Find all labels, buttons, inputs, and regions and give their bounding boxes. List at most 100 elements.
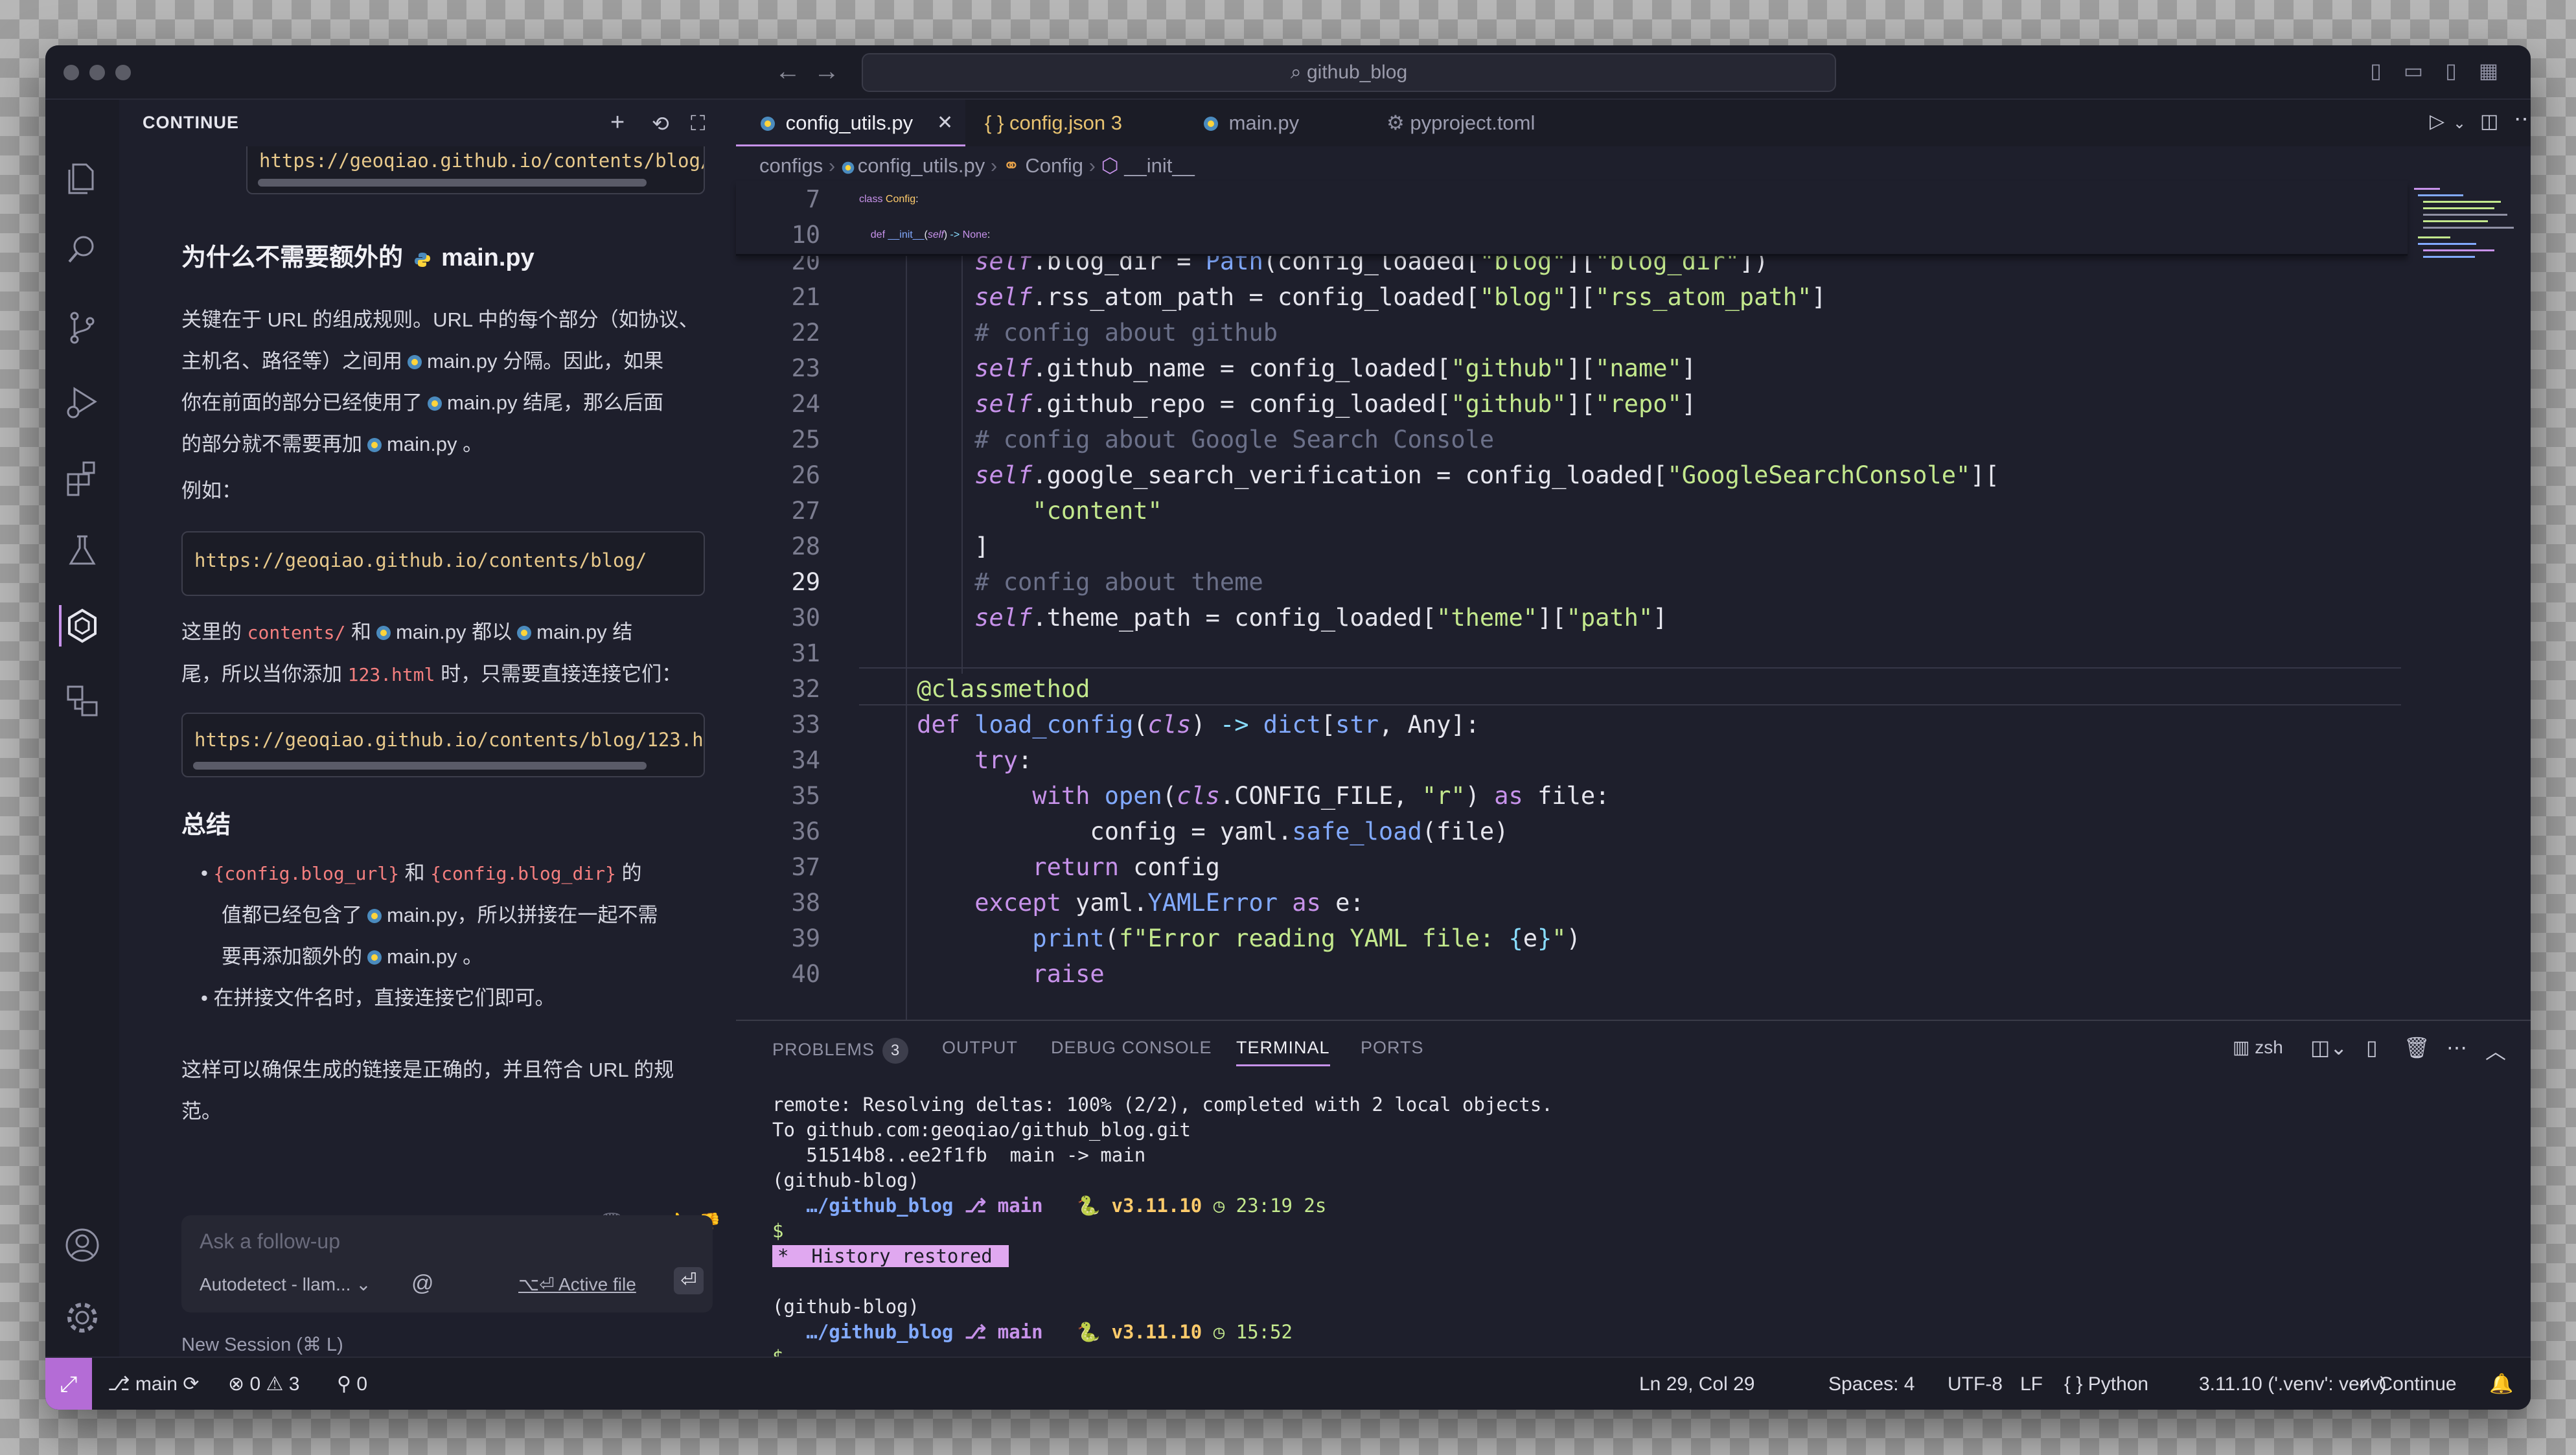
chat-heading: 为什么不需要额外的 main.py (181, 244, 535, 271)
active-file-button[interactable]: ⌥⏎ Active file (518, 1274, 636, 1295)
summary-heading: 总结 (181, 812, 231, 839)
at-mention-button[interactable]: @ (411, 1271, 434, 1296)
toggle-layout-icon[interactable]: ▯ (2366, 1035, 2378, 1060)
new-chat-icon[interactable]: + (610, 109, 625, 137)
code-scrollbar-2[interactable] (193, 762, 647, 770)
extensions-icon[interactable] (62, 456, 103, 498)
code-editor[interactable]: 20 self.blog_dir = Path(config_loaded["b… (736, 181, 2408, 1030)
titlebar: ← → ⌕ github_blog ▯ ▭ ▯ ▦ (45, 45, 2531, 100)
error-icon: ⊗ (228, 1373, 245, 1395)
chevron-down-icon: ⌄ (356, 1274, 371, 1294)
account-icon[interactable] (62, 1224, 103, 1266)
remote-explorer-icon[interactable] (62, 680, 103, 722)
notifications-icon[interactable]: 🔔 (2489, 1358, 2513, 1410)
search-icon[interactable] (62, 229, 103, 271)
encoding[interactable]: UTF-8 (1948, 1358, 2003, 1410)
activity-bar (45, 100, 119, 1357)
customize-layout-icon[interactable]: ▦ (2478, 60, 2500, 82)
toggle-panel-icon[interactable]: ▭ (2402, 60, 2424, 82)
example-label: 例如： (181, 479, 242, 502)
list-item: • 在拼接文件名时，直接连接它们即可。 (201, 987, 555, 1009)
maximize-panel-icon[interactable]: ︿ (2485, 1035, 2506, 1065)
python-file-icon (367, 438, 382, 452)
command-center[interactable]: ⌕ github_blog (862, 53, 1836, 92)
python-file-icon (367, 909, 382, 923)
indentation[interactable]: Spaces: 4 (1828, 1358, 1915, 1410)
editor-group: config_utils.py ✕ { } config.json 3 main… (736, 100, 2531, 1030)
source-control-icon[interactable] (62, 307, 103, 349)
language-mode[interactable]: { } Python (2064, 1358, 2148, 1410)
ports-indicator[interactable]: ⚲ 0 (337, 1358, 367, 1410)
code-block-example-1[interactable]: https://geoqiao.github.io/contents/blog/ (181, 531, 705, 596)
forward-arrow-icon[interactable]: → (814, 57, 840, 86)
back-arrow-icon[interactable]: ← (775, 57, 801, 86)
split-editor-icon[interactable]: ◫ (2480, 110, 2498, 133)
fullscreen-icon[interactable]: ⛶ (691, 111, 705, 136)
breadcrumb: configs › config_utils.py › ⚭ Config › ⬡… (759, 154, 1195, 177)
tab-debug-console[interactable]: DEBUG CONSOLE (1051, 1038, 1212, 1058)
remote-indicator-icon[interactable]: ⤢ (45, 1358, 92, 1410)
class-icon: ⚭ (1002, 154, 1020, 177)
close-tab-icon[interactable]: ✕ (937, 100, 953, 146)
minimize-window-button[interactable] (89, 65, 105, 80)
terminal-shell-selector[interactable]: ▥ zsh (2233, 1037, 2283, 1058)
problems-indicator[interactable]: ⊗ 0 ⚠ 3 (228, 1358, 299, 1410)
settings-gear-icon[interactable] (62, 1297, 103, 1338)
split-terminal-icon[interactable]: ◫⌄ (2310, 1035, 2347, 1060)
toggle-secondary-sidebar-icon[interactable]: ▯ (2440, 60, 2462, 82)
continue-icon[interactable] (59, 605, 103, 647)
toggle-sidebar-icon[interactable]: ▯ (2365, 60, 2387, 82)
code-scrollbar[interactable] (258, 179, 647, 187)
run-file-icon[interactable]: ▷ (2430, 110, 2444, 133)
breadcrumb-item[interactable]: configs (759, 154, 823, 177)
more-actions-icon[interactable]: ⋯ (2446, 1035, 2467, 1060)
new-session-hint[interactable]: New Session (⌘ L) (181, 1333, 343, 1356)
broadcast-icon: ⚲ (337, 1373, 351, 1395)
summary-list: • {config.blog_url} 和 {config.blog_dir} … (201, 853, 719, 1019)
tab-terminal[interactable]: TERMINAL (1236, 1038, 1330, 1066)
python-file-icon (428, 396, 442, 411)
minimap[interactable] (2408, 181, 2518, 376)
line-ending[interactable]: LF (2020, 1358, 2043, 1410)
breadcrumb-item[interactable]: Config (1025, 154, 1083, 177)
method-icon: ⬡ (1101, 154, 1119, 177)
cursor-position[interactable]: Ln 29, Col 29 (1639, 1358, 1754, 1410)
tab-main-py[interactable]: main.py (1179, 100, 1367, 146)
tab-problems[interactable]: PROBLEMS 3 (772, 1038, 909, 1064)
follow-up-placeholder: Ask a follow-up (200, 1230, 340, 1253)
run-debug-icon[interactable] (62, 381, 103, 422)
tab-pyproject[interactable]: ⚙ pyproject.toml (1367, 100, 1587, 146)
run-options-chevron-icon[interactable]: ⌄ (2453, 114, 2466, 133)
breadcrumb-item[interactable]: config_utils.py (858, 154, 985, 177)
tab-bar: config_utils.py ✕ { } config.json 3 main… (736, 100, 2531, 146)
toml-icon: ⚙ (1386, 111, 1405, 134)
terminal-icon: ▥ (2233, 1037, 2250, 1057)
python-file-icon (414, 253, 430, 267)
python-file-icon (367, 950, 382, 965)
status-bar: ⤢ ⎇ main ⟳ ⊗ 0 ⚠ 3 ⚲ 0 Ln 29, Col 29 Spa… (45, 1357, 2531, 1410)
history-restored-badge: * History restored (772, 1244, 1009, 1269)
tab-config-json[interactable]: { } config.json 3 (965, 100, 1179, 146)
branch-indicator[interactable]: ⎇ main ⟳ (108, 1358, 199, 1410)
model-selector[interactable]: Autodetect - llam... ⌄ (200, 1274, 371, 1295)
explorer-icon[interactable] (62, 158, 103, 200)
maximize-window-button[interactable] (115, 65, 131, 80)
sticky-scroll[interactable]: 7 class Config: 10 def __init__(self) -> … (736, 181, 2408, 256)
breadcrumb-item[interactable]: __init__ (1124, 154, 1195, 177)
more-actions-icon[interactable]: ⋯ (2514, 106, 2531, 132)
follow-up-input[interactable]: Ask a follow-up Autodetect - llam... ⌄ @… (181, 1215, 713, 1312)
code-block-url[interactable]: https://geoqiao.github.io/contents/blog/… (246, 146, 705, 194)
testing-icon[interactable] (62, 530, 103, 571)
tab-ports[interactable]: PORTS (1361, 1038, 1424, 1058)
kill-terminal-icon[interactable]: 🗑 (2404, 1035, 2430, 1060)
continue-status[interactable]: ✓ Continue (2357, 1358, 2457, 1410)
history-icon[interactable]: ⟲ (652, 111, 669, 136)
chat-paragraph-1: 关键在于 URL 的组成规则。URL 中的每个部分（如协议、 主机名、路径等）之… (181, 308, 699, 455)
warning-icon: ⚠ (266, 1373, 284, 1395)
chat-transcript[interactable]: https://geoqiao.github.io/contents/blog/… (119, 146, 736, 1138)
sync-icon: ⟳ (183, 1373, 200, 1395)
submit-button[interactable]: ⏎ (674, 1267, 704, 1294)
tab-config-utils[interactable]: config_utils.py ✕ (736, 100, 965, 146)
close-window-button[interactable] (63, 65, 79, 80)
tab-output[interactable]: OUTPUT (942, 1038, 1018, 1058)
